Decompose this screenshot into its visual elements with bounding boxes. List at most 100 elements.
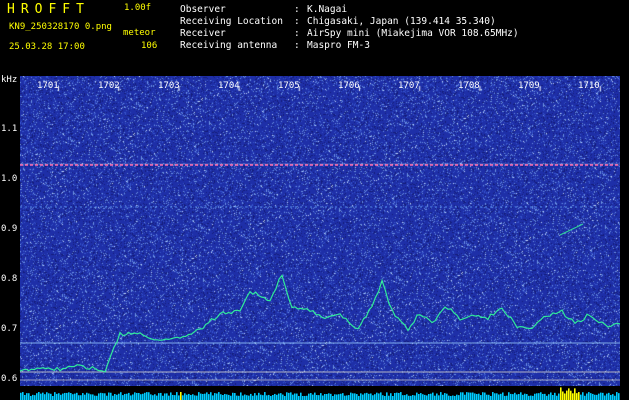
strength-bar <box>596 394 598 400</box>
strength-bar <box>82 393 84 400</box>
strength-bar <box>352 393 354 400</box>
strength-bar <box>110 392 112 400</box>
strength-bar <box>426 395 428 400</box>
strength-bar <box>340 393 342 400</box>
strength-bar <box>406 394 408 400</box>
x-tick-label: 1701 <box>37 81 59 91</box>
strength-bar <box>344 395 346 400</box>
strength-bar <box>48 393 50 400</box>
strength-bar <box>140 394 142 400</box>
strength-bar <box>144 392 146 400</box>
strength-bar <box>562 391 564 400</box>
strength-bar <box>468 392 470 400</box>
strength-bar <box>434 395 436 400</box>
strength-bar <box>202 393 204 400</box>
strength-bar <box>84 394 86 400</box>
strength-bar <box>572 393 574 400</box>
meteor-doppler-trace <box>19 274 621 373</box>
strength-bar <box>582 392 584 400</box>
info-label: Receiver <box>180 28 226 39</box>
strength-bar <box>494 393 496 400</box>
strength-bar <box>36 393 38 400</box>
strength-bar <box>158 393 160 400</box>
strength-bar <box>574 388 576 400</box>
strength-bar <box>422 394 424 400</box>
strength-bar <box>392 395 394 400</box>
x-tick-label: 1703 <box>158 81 180 91</box>
strength-bar <box>400 392 402 400</box>
strength-bar <box>606 393 608 400</box>
strength-bar <box>526 394 528 400</box>
strength-bar <box>220 394 222 400</box>
strength-bar <box>208 394 210 400</box>
meteor-count: 106 <box>141 41 158 51</box>
strength-bar <box>486 394 488 400</box>
strength-bar <box>200 393 202 400</box>
strength-bar <box>244 394 246 400</box>
strength-bar <box>418 393 420 400</box>
strength-bar <box>318 395 320 400</box>
strength-bar <box>292 394 294 400</box>
strength-bar <box>362 394 364 400</box>
strength-bar <box>58 393 60 400</box>
strength-bar <box>106 395 108 400</box>
info-label: Receiving Location <box>180 16 283 27</box>
strength-bar <box>62 393 64 400</box>
strength-bar <box>102 393 104 400</box>
strength-bar <box>240 392 242 400</box>
strength-bar <box>252 395 254 400</box>
strength-bar <box>198 392 200 400</box>
info-value: AirSpy mini (Miakejima VOR 108.65MHz) <box>307 28 519 39</box>
strength-bar <box>394 392 396 400</box>
strength-bar <box>210 392 212 400</box>
strength-bar <box>580 394 582 400</box>
y-axis-right <box>620 72 629 400</box>
strength-bar <box>26 393 28 400</box>
strength-bar <box>346 395 348 400</box>
strength-bar <box>270 395 272 400</box>
strength-bar <box>372 395 374 400</box>
strength-bar <box>168 395 170 400</box>
strength-bar <box>578 392 580 400</box>
strength-bar <box>358 395 360 400</box>
y-tick-label: 1.1 <box>1 124 18 134</box>
strength-bar <box>300 392 302 400</box>
strength-bar <box>276 394 278 400</box>
strength-bar <box>538 393 540 400</box>
spectrogram-waterfall[interactable] <box>19 76 621 386</box>
strength-bar <box>504 395 506 400</box>
info-value: K.Nagai <box>307 4 348 15</box>
strength-bar <box>304 395 306 400</box>
strength-bar <box>492 392 494 400</box>
strength-bar <box>396 392 398 400</box>
strength-bar <box>412 395 414 400</box>
strength-bar <box>366 392 368 400</box>
strength-bar <box>212 395 214 400</box>
info-label: Receiving antenna <box>180 40 278 51</box>
x-tick-label: 1709 <box>518 81 540 91</box>
strength-bar <box>484 392 486 400</box>
strength-bar <box>522 394 524 400</box>
strength-bar <box>612 394 614 400</box>
strength-bar <box>46 392 48 400</box>
strength-bar <box>226 394 228 400</box>
strength-bar <box>80 395 82 400</box>
strength-bar <box>182 395 184 400</box>
strength-bar <box>268 394 270 400</box>
strength-bar <box>78 395 80 400</box>
strength-bar <box>274 393 276 400</box>
strength-bar <box>132 394 134 400</box>
strength-bar <box>258 392 260 400</box>
strength-bar <box>224 393 226 400</box>
strength-bar <box>430 393 432 400</box>
strength-bar <box>308 393 310 400</box>
file-name: KN9_250328170 0.png <box>9 22 112 32</box>
strength-bar <box>256 395 258 400</box>
strength-bar <box>40 393 42 400</box>
strength-bar <box>192 394 194 400</box>
strength-bar <box>180 391 182 400</box>
strength-bar <box>284 395 286 400</box>
strength-bar <box>42 392 44 400</box>
strength-bar <box>350 392 352 400</box>
strength-bar <box>470 392 472 400</box>
